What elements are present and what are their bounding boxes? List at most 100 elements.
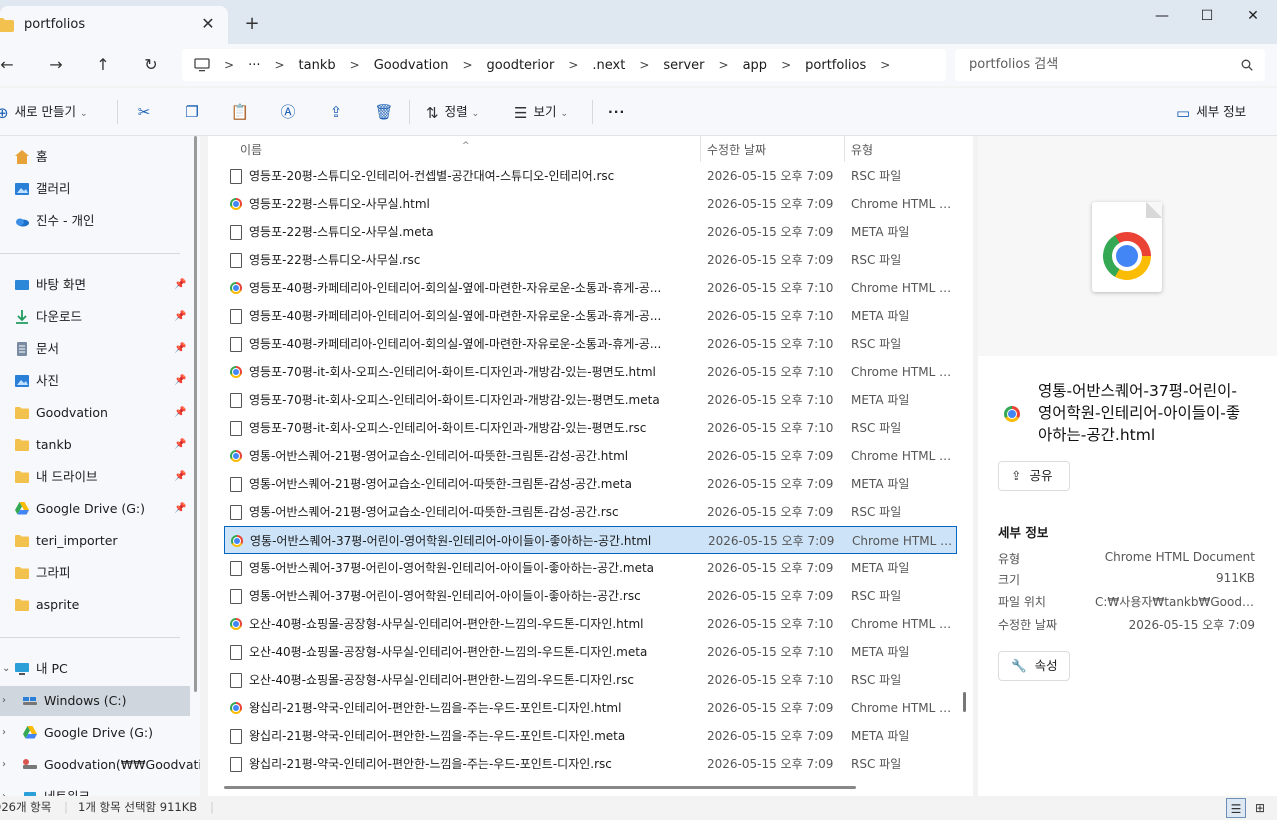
column-header-date[interactable]: 수정한 날짜 (707, 141, 766, 158)
more-options-button[interactable]: ··· (608, 100, 625, 124)
breadcrumb-item[interactable]: Goodvation (374, 58, 449, 73)
properties-button[interactable]: 🔧 속성 (998, 651, 1070, 681)
back-button[interactable]: ← (0, 53, 20, 77)
file-type: RSC 파일 (851, 757, 902, 771)
address-bar[interactable]: > ··· > tankb > Goodvation > goodterior … (182, 49, 946, 81)
file-row[interactable]: 오산-40평-쇼핑몰-공장형-사무실-인테리어-편안한-느낌의-우드톤-디자인.… (224, 666, 957, 694)
file-row[interactable]: 왕십리-21평-약국-인테리어-편안한-느낌을-주는-우드-포인트-디자인.ht… (224, 694, 957, 722)
chevron-right-icon: › (2, 727, 6, 738)
file-row[interactable]: 영통-어반스퀘어-37평-어린이-영어학원-인테리어-아이들이-좋아하는-공간.… (224, 554, 957, 582)
file-row[interactable]: 영통-어반스퀘어-21평-영어교습소-인테리어-따뜻한-크림톤-감성-공간.me… (224, 470, 957, 498)
sidebar-item-home[interactable]: 홈 (0, 142, 190, 172)
rename-icon[interactable]: Ⓐ (275, 100, 301, 124)
sidebar-item-network[interactable]: › 네트워크 (0, 782, 190, 796)
cut-icon[interactable]: ✂ (131, 100, 157, 124)
file-type: META 파일 (851, 309, 910, 323)
minimize-button[interactable]: — (1140, 4, 1184, 28)
breadcrumb-item[interactable]: .next (592, 58, 625, 73)
file-row[interactable]: 영등포-70평-it-회사-오피스-인테리어-화이트-디자인과-개방감-있는-평… (224, 414, 957, 442)
tab-portfolios[interactable]: portfolios ✕ (0, 6, 228, 44)
sidebar-item-tankb[interactable]: tankb 📌 (0, 430, 190, 460)
sidebar-item-asprite[interactable]: asprite (0, 590, 190, 620)
sidebar-item-google-drive-pc[interactable]: › Google Drive (G:) (0, 718, 190, 748)
details-row-type: 유형 Chrome HTML Document (998, 550, 1255, 566)
copy-icon[interactable]: ❐ (179, 100, 205, 124)
file-row[interactable]: 영등포-70평-it-회사-오피스-인테리어-화이트-디자인과-개방감-있는-평… (224, 386, 957, 414)
close-window-button[interactable]: ✕ (1231, 4, 1275, 28)
column-divider[interactable] (844, 136, 845, 162)
maximize-button[interactable]: ☐ (1185, 4, 1229, 28)
file-icon (230, 309, 242, 324)
share-icon[interactable]: ⇪ (323, 100, 349, 124)
paste-icon[interactable]: 📋 (227, 100, 253, 124)
close-tab-button[interactable]: ✕ (198, 14, 218, 34)
file-modified-date: 2026-05-15 오후 7:09 (707, 729, 834, 743)
sidebar-scrollbar[interactable] (194, 136, 197, 692)
file-row[interactable]: 영등포-22평-스튜디오-사무실.meta 2026-05-15 오후 7:09 M… (224, 218, 957, 246)
new-button[interactable]: ⊕ 새로 만들기 ⌄ (0, 100, 88, 124)
breadcrumb-item[interactable]: goodterior (487, 58, 555, 73)
sidebar-item-google-drive[interactable]: Google Drive (G:) 📌 (0, 494, 190, 524)
sort-button[interactable]: ⇅ 정렬 ⌄ (426, 100, 479, 124)
breadcrumb-item[interactable]: tankb (299, 58, 336, 73)
file-row[interactable]: 영통-어반스퀘어-37평-어린이-영어학원-인테리어-아이들이-좋아하는-공간.… (224, 582, 957, 610)
sidebar-item-pictures[interactable]: 사진 📌 (0, 366, 190, 396)
file-row[interactable]: 영등포-40평-카페테리아-인테리어-회의실-옆에-마련한-자유로운-소통과-휴… (224, 330, 957, 358)
details-pane-button[interactable]: ▭ 세부 정보 (1176, 100, 1246, 124)
file-row[interactable]: 영등포-22평-스튜디오-사무실.html 2026-05-15 오후 7:09 C… (224, 190, 957, 218)
breadcrumb-overflow[interactable]: ··· (248, 58, 260, 73)
plus-circle-icon: ⊕ (0, 103, 9, 122)
breadcrumb-item[interactable]: app (743, 58, 767, 73)
network-icon (24, 792, 36, 796)
sidebar-item-desktop[interactable]: 바탕 화면 📌 (0, 270, 190, 300)
file-list-horizontal-scrollbar[interactable] (224, 786, 856, 789)
file-row[interactable]: 왕십리-21평-약국-인테리어-편안한-느낌을-주는-우드-포인트-디자인.me… (224, 722, 957, 750)
file-row[interactable]: 영등포-40평-카페테리아-인테리어-회의실-옆에-마련한-자유로운-소통과-휴… (224, 274, 957, 302)
column-divider[interactable] (700, 136, 701, 162)
column-header-name[interactable]: 이름 (240, 141, 262, 158)
large-icons-view-button[interactable]: ⊞ (1250, 798, 1270, 818)
forward-button[interactable]: → (43, 53, 69, 77)
sidebar-item-teri-importer[interactable]: teri_importer (0, 526, 190, 556)
chevron-down-icon: ⌄ (80, 109, 88, 119)
chrome-icon (231, 535, 243, 547)
sidebar-item-documents[interactable]: 문서 📌 (0, 334, 190, 364)
sidebar-item-grapi[interactable]: 그라피 (0, 558, 190, 588)
file-row[interactable]: 오산-40평-쇼핑몰-공장형-사무실-인테리어-편안한-느낌의-우드톤-디자인.… (224, 638, 957, 666)
up-button[interactable]: ↑ (90, 53, 116, 77)
sidebar-item-gallery[interactable]: 갤러리 (0, 174, 190, 204)
sidebar-item-goodvation[interactable]: Goodvation 📌 (0, 398, 190, 428)
view-button[interactable]: ☰ 보기 ⌄ (514, 100, 568, 124)
sidebar-item-onedrive[interactable]: 진수 - 개인 (0, 206, 190, 236)
delete-icon[interactable]: 🗑 (371, 100, 397, 124)
new-tab-button[interactable]: + (240, 12, 264, 36)
file-row[interactable]: 영등포-22평-스튜디오-사무실.rsc 2026-05-15 오후 7:09 RS… (224, 246, 957, 274)
share-button[interactable]: ⇪ 공유 (998, 461, 1070, 491)
file-row[interactable]: 영통-어반스퀘어-37평-어린이-영어학원-인테리어-아이들이-좋아하는-공간.… (224, 526, 958, 554)
breadcrumb-item[interactable]: portfolios (805, 58, 866, 73)
file-row[interactable]: 왕십리-21평-약국-인테리어-편안한-느낌을-주는-우드-포인트-디자인.rs… (224, 750, 957, 778)
file-list-vertical-scrollbar[interactable] (963, 692, 966, 712)
breadcrumb-separator: > (781, 58, 792, 72)
column-header-type[interactable]: 유형 (851, 141, 873, 158)
file-type: Chrome HTML D... (851, 197, 957, 211)
sidebar-item-this-pc[interactable]: ⌄ 내 PC (0, 654, 190, 684)
search-input[interactable]: portfolios 검색 (955, 49, 1265, 81)
sidebar-item-my-drive[interactable]: 내 드라이브 📌 (0, 462, 190, 492)
refresh-button[interactable]: ↻ (138, 53, 164, 77)
chevron-down-icon: ⌄ (560, 109, 568, 119)
file-row[interactable]: 오산-40평-쇼핑몰-공장형-사무실-인테리어-편안한-느낌의-우드톤-디자인.… (224, 610, 957, 638)
file-type: Chrome HTML D... (851, 617, 957, 631)
file-icon (230, 253, 242, 268)
file-row[interactable]: 영등포-20평-스튜디오-인테리어-컨셉별-공간대여-스튜디오-인테리어.rsc… (224, 162, 957, 190)
folder-icon (15, 567, 29, 579)
details-view-button[interactable]: ☰ (1226, 798, 1246, 818)
file-row[interactable]: 영등포-70평-it-회사-오피스-인테리어-화이트-디자인과-개방감-있는-평… (224, 358, 957, 386)
file-row[interactable]: 영통-어반스퀘어-21평-영어교습소-인테리어-따뜻한-크림톤-감성-공간.ht… (224, 442, 957, 470)
sidebar-item-downloads[interactable]: 다운로드 📌 (0, 302, 190, 332)
sidebar-item-network-drive[interactable]: › Goodvation(₩₩Goodvation (0, 750, 200, 780)
breadcrumb-item[interactable]: server (663, 58, 704, 73)
sidebar-item-windows-c[interactable]: › Windows (C:) (0, 686, 190, 716)
file-row[interactable]: 영통-어반스퀘어-21평-영어교습소-인테리어-따뜻한-크림톤-감성-공간.rs… (224, 498, 957, 526)
file-row[interactable]: 영등포-40평-카페테리아-인테리어-회의실-옆에-마련한-자유로운-소통과-휴… (224, 302, 957, 330)
